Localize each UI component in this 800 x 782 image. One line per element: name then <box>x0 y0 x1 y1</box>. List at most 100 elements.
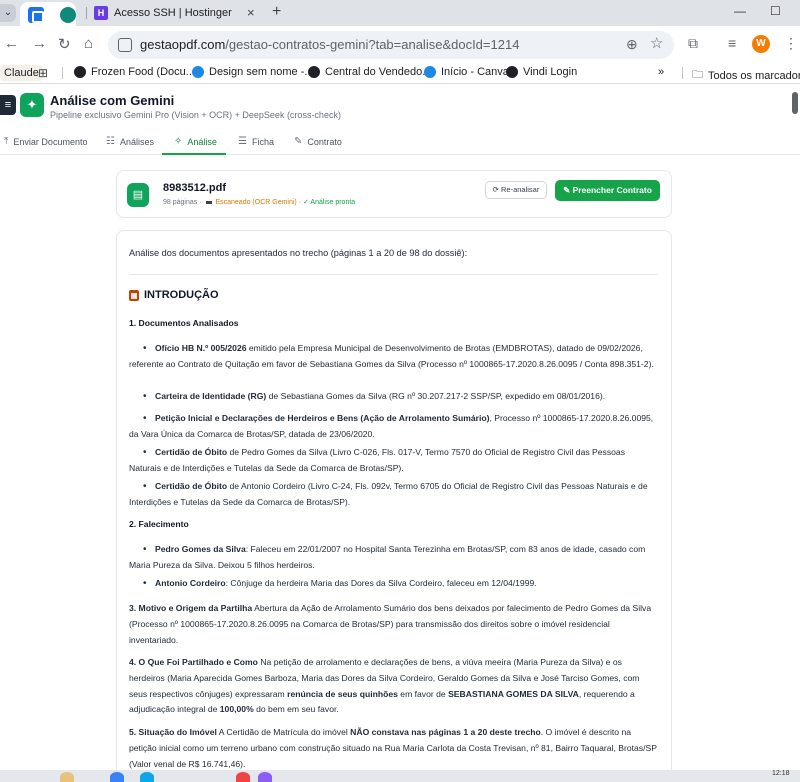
reload-icon[interactable]: ↻ <box>58 35 71 53</box>
sparkle-icon: ✧ <box>174 136 183 147</box>
new-tab-button[interactable]: + <box>272 3 281 21</box>
bookmark-label: Todos os marcadores <box>708 69 800 82</box>
bookmarks-bar: Claude ⊞ Frozen Food (Docu... Design sem… <box>0 62 800 84</box>
heading-falecimento: 2. Falecimento <box>129 519 189 529</box>
taskbar-app-icon[interactable] <box>140 772 154 782</box>
tab-analise[interactable]: ✧ Análise <box>174 136 217 147</box>
tab-analises[interactable]: ☷ Análises <box>106 136 154 147</box>
bookmark-label: Vindi Login <box>523 66 578 78</box>
tab-label: Ficha <box>251 136 274 147</box>
canva-icon <box>424 66 436 78</box>
app-tab-bar: ⤒ Enviar Documento ☷ Análises ✧ Análise ☰ Fi… <box>0 127 800 155</box>
zoom-icon[interactable]: ⊕ <box>626 36 638 53</box>
form-icon: ☰ <box>238 136 247 147</box>
bookmark-design[interactable]: Design sem nome -... <box>192 66 314 78</box>
page-title: Análise com Gemini <box>50 93 175 108</box>
bookmark-frozen-food[interactable]: Frozen Food (Docu... <box>74 66 195 78</box>
taskbar-app-icon[interactable] <box>236 772 250 782</box>
tab-title: Acesso SSH | Hostinger <box>114 7 232 19</box>
tab-label: Análises <box>119 136 154 147</box>
scanner-icon <box>205 200 212 204</box>
tab-divider <box>86 7 87 19</box>
profile-avatar[interactable]: W <box>752 35 770 53</box>
tab-label: Contrato <box>307 136 342 147</box>
button-label: Preencher Contrato <box>572 185 652 195</box>
list-item: Carteira de Identidade (RG) de Sebastian… <box>129 389 654 405</box>
reanalyze-button[interactable]: ⟳ Re-analisar <box>485 181 547 199</box>
list-item: Antonio Cordeiro: Cônjuge da herdeira Ma… <box>129 576 654 592</box>
edit-document-icon: ✎ <box>563 185 573 195</box>
home-icon[interactable]: ⌂ <box>84 35 93 52</box>
bookmark-central-vendedor[interactable]: Central do Vendedo... <box>308 66 431 78</box>
bookmark-label: Início - Canva <box>441 66 509 78</box>
bookmark-label: Frozen Food (Docu... <box>91 66 195 78</box>
page-subtitle: Pipeline exclusivo Gemini Pro (Vision + … <box>50 110 341 120</box>
forward-arrow-icon[interactable]: → <box>32 35 47 52</box>
contract-icon: ✎ <box>294 136 303 147</box>
tab-search-button[interactable]: ⌄ <box>0 4 16 22</box>
section-heading: INTRODUÇÃO <box>129 289 219 301</box>
extensions-icon[interactable]: ⧉ <box>688 35 698 52</box>
github-icon <box>74 66 86 78</box>
bookmark-claude[interactable]: Claude <box>0 65 43 81</box>
taskbar-app-icon[interactable] <box>110 772 124 782</box>
bookmark-label: Design sem nome -... <box>209 66 314 78</box>
button-label: Re-analisar <box>501 185 540 194</box>
more-menu-icon[interactable]: ⋮ <box>784 35 798 52</box>
page-count: 98 páginas <box>163 199 198 206</box>
heading-documentos: 1. Documentos Analisados <box>129 318 239 328</box>
scan-status: Escaneado (OCR Gemini) <box>215 199 297 206</box>
file-card: ▤ 8983512.pdf 98 páginas · Escaneado (OC… <box>116 170 672 218</box>
browser-tab-bar: ⌄ H Acesso SSH | Hostinger × + — ☐ <box>0 0 800 26</box>
paragraph-partilha: 4. O Que Foi Partilhado e Como Na petiçã… <box>129 657 640 715</box>
browser-toolbar: ← → ↻ ⌂ gestaopdf.com/gestao-contratos-g… <box>0 26 800 62</box>
bookmark-divider <box>682 67 683 79</box>
hostinger-favicon-icon: H <box>94 6 108 20</box>
back-arrow-icon[interactable]: ← <box>4 35 19 52</box>
bookmark-inicio-canva[interactable]: Início - Canva <box>424 66 509 78</box>
all-bookmarks-folder[interactable]: 🗀 Todos os marcadores <box>692 66 800 85</box>
bookmark-vindi[interactable]: Vindi Login <box>506 66 577 78</box>
tab-contrato[interactable]: ✎ Contrato <box>294 136 342 147</box>
site-info-icon[interactable] <box>118 38 132 52</box>
refresh-icon: ⟳ <box>492 185 501 194</box>
taskbar-app-icon[interactable] <box>60 772 74 782</box>
close-tab-icon[interactable]: × <box>247 5 255 20</box>
analysis-content-card: Análise dos documentos apresentados no t… <box>116 230 672 782</box>
taskbar-app-icon[interactable] <box>258 772 272 782</box>
tab-label: Análise <box>187 136 217 147</box>
hamburger-menu-icon[interactable]: ≡ <box>0 95 16 115</box>
active-tab-indicator <box>162 153 226 155</box>
tab-enviar-documento[interactable]: ⤒ Enviar Documento <box>4 136 87 147</box>
app-favicon-icon <box>28 7 44 23</box>
teal-favicon-icon <box>60 7 76 23</box>
document-icon: ▤ <box>127 183 149 207</box>
canva-icon <box>192 66 204 78</box>
minimize-icon[interactable]: — <box>734 4 746 18</box>
fill-contract-button[interactable]: ✎ Preencher Contrato <box>555 180 660 201</box>
browser-tab-gestaopdf[interactable] <box>20 2 76 26</box>
app-header: ≡ ✦ Análise com Gemini Pipeline exclusiv… <box>0 85 800 127</box>
list-item: Pedro Gomes da Silva: Faleceu em 22/01/2… <box>129 542 654 574</box>
tab-ficha[interactable]: ☰ Ficha <box>238 136 274 147</box>
browser-tab-hostinger[interactable]: H Acesso SSH | Hostinger × <box>92 4 270 24</box>
more-bookmarks-chevron[interactable]: » <box>658 66 664 78</box>
bookmark-star-icon[interactable]: ☆ <box>650 34 663 52</box>
address-bar[interactable]: gestaopdf.com/gestao-contratos-gemini?ta… <box>108 31 674 59</box>
url-text: gestaopdf.com/gestao-contratos-gemini?ta… <box>140 37 520 52</box>
clipboard-icon <box>129 289 139 301</box>
folder-icon: 🗀 <box>692 69 703 81</box>
apps-grid-icon[interactable]: ⊞ <box>38 66 48 80</box>
tab-label: Enviar Documento <box>13 136 88 147</box>
maximize-icon[interactable]: ☐ <box>770 4 781 18</box>
scrollbar-thumb[interactable] <box>792 92 798 114</box>
meta-dot: · <box>199 199 204 206</box>
github-icon <box>308 66 320 78</box>
gemini-sparkle-icon: ✦ <box>20 93 44 117</box>
file-name: 8983512.pdf <box>163 182 226 194</box>
paragraph-imovel: 5. Situação do Imóvel A Certidão de Matr… <box>129 727 657 769</box>
file-meta: 98 páginas · Escaneado (OCR Gemini) · ✓ … <box>163 198 355 206</box>
list-item: Ofício HB N.º 005/2026 emitido pela Empr… <box>129 341 654 373</box>
reading-list-icon[interactable]: ≡ <box>728 35 736 51</box>
list-item: Certidão de Óbito de Antonio Cordeiro (L… <box>129 479 654 511</box>
